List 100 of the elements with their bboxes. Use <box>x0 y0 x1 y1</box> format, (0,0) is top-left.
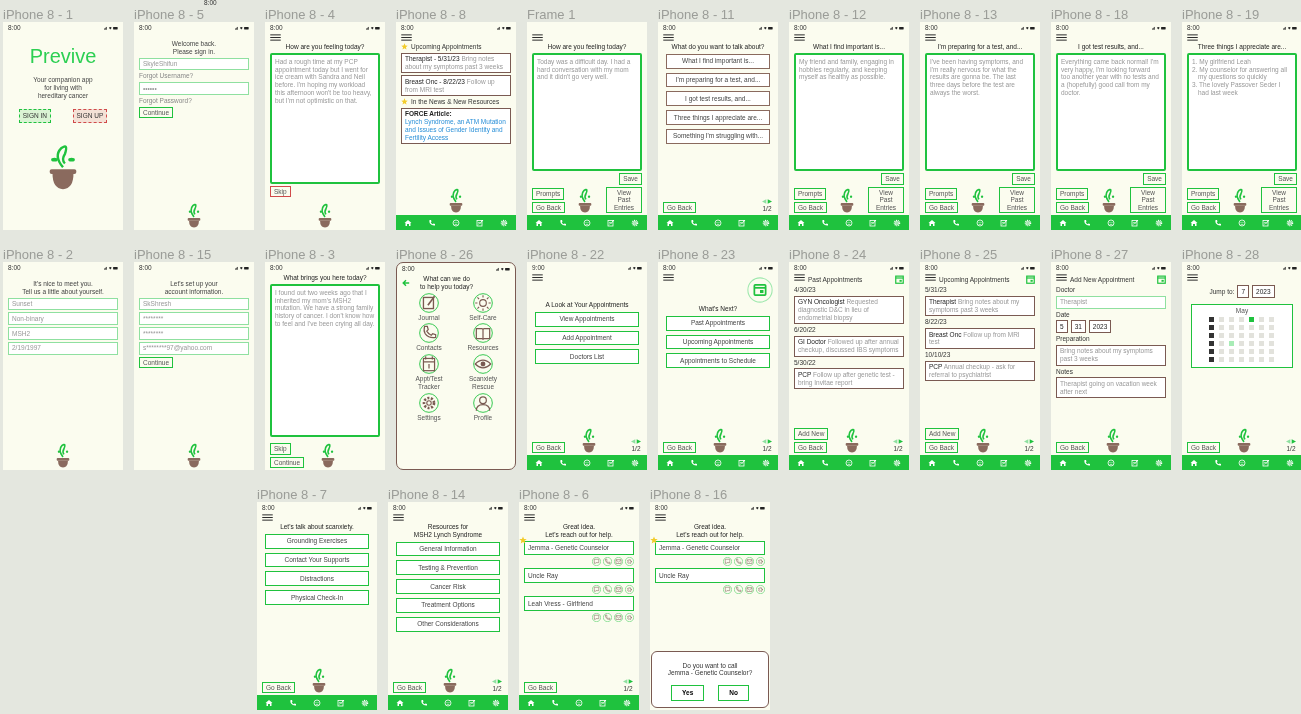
settings-icon[interactable] <box>762 458 770 467</box>
menu-icon[interactable] <box>794 34 805 41</box>
edit-icon[interactable] <box>869 218 877 227</box>
edit-icon[interactable] <box>1131 458 1139 467</box>
menu-icon[interactable] <box>925 34 936 41</box>
settings-icon[interactable] <box>1286 458 1294 467</box>
settings-icon[interactable] <box>893 458 901 467</box>
menu-icon[interactable] <box>532 34 543 41</box>
home-icon[interactable] <box>527 698 535 707</box>
chat-icon[interactable] <box>592 613 601 622</box>
settings-icon[interactable] <box>361 698 369 707</box>
home-icon[interactable] <box>666 458 674 467</box>
menu-icon[interactable] <box>532 274 543 281</box>
sun-icon[interactable] <box>473 292 493 313</box>
sad-face-icon[interactable] <box>976 458 984 467</box>
home-icon[interactable] <box>928 218 936 227</box>
book-icon[interactable] <box>473 323 493 344</box>
page-arrows-icon[interactable] <box>761 439 773 445</box>
sad-face-icon[interactable] <box>976 218 984 227</box>
settings-icon[interactable] <box>893 218 901 227</box>
sad-face-icon[interactable] <box>583 458 591 467</box>
home-icon[interactable] <box>265 698 273 707</box>
menu-icon[interactable] <box>794 274 805 281</box>
settings-icon[interactable] <box>1024 218 1032 227</box>
edit-icon[interactable] <box>1262 458 1270 467</box>
edit-icon[interactable] <box>1000 458 1008 467</box>
edit-icon[interactable] <box>1131 218 1139 227</box>
edit-icon[interactable] <box>607 218 615 227</box>
gear-icon[interactable] <box>419 392 439 413</box>
mail-icon[interactable] <box>614 585 623 595</box>
sad-face-icon[interactable] <box>714 458 722 467</box>
home-icon[interactable] <box>928 458 936 467</box>
page-arrows-icon[interactable] <box>761 199 773 205</box>
home-icon[interactable] <box>404 218 412 227</box>
settings-icon[interactable] <box>500 218 508 227</box>
home-icon[interactable] <box>797 458 805 467</box>
edit-icon[interactable] <box>738 218 746 227</box>
sad-face-icon[interactable] <box>845 218 853 227</box>
person-icon[interactable] <box>473 392 493 413</box>
settings-icon[interactable] <box>1286 218 1294 227</box>
page-arrows-icon[interactable] <box>892 439 904 445</box>
sad-face-icon[interactable] <box>1238 218 1246 227</box>
edit-icon[interactable] <box>607 458 615 467</box>
menu-icon[interactable] <box>925 274 936 281</box>
sad-face-icon[interactable] <box>575 698 583 707</box>
home-icon[interactable] <box>1059 458 1067 467</box>
sad-face-icon[interactable] <box>583 218 591 227</box>
sad-face-icon[interactable] <box>452 218 460 227</box>
settings-icon[interactable] <box>631 218 639 227</box>
home-icon[interactable] <box>535 458 543 467</box>
home-icon[interactable] <box>666 218 674 227</box>
calendar-icon[interactable] <box>419 354 439 375</box>
mail-icon[interactable] <box>745 557 754 567</box>
chat-icon[interactable] <box>723 557 732 567</box>
settings-icon[interactable] <box>1155 218 1163 227</box>
mail-icon[interactable] <box>745 585 754 595</box>
chat-icon[interactable] <box>592 557 601 567</box>
menu-icon[interactable] <box>655 514 666 521</box>
page-arrows-icon[interactable] <box>1285 439 1297 445</box>
home-icon[interactable] <box>535 218 543 227</box>
sad-face-icon[interactable] <box>714 218 722 227</box>
menu-icon[interactable] <box>1187 274 1198 281</box>
menu-icon[interactable] <box>401 34 412 41</box>
sad-face-icon[interactable] <box>1238 458 1246 467</box>
settings-icon[interactable] <box>1155 458 1163 467</box>
sad-face-icon[interactable] <box>1107 218 1115 227</box>
sad-face-icon[interactable] <box>1107 458 1115 467</box>
menu-icon[interactable] <box>524 514 535 521</box>
home-icon[interactable] <box>396 698 404 707</box>
menu-icon[interactable] <box>270 34 281 41</box>
chat-icon[interactable] <box>723 585 732 595</box>
menu-icon[interactable] <box>393 514 404 521</box>
page-arrows-icon[interactable] <box>622 679 634 685</box>
page-arrows-icon[interactable] <box>630 439 642 445</box>
menu-icon[interactable] <box>1187 34 1198 41</box>
eye-icon[interactable] <box>473 354 493 375</box>
journal-icon[interactable] <box>419 292 439 313</box>
home-icon[interactable] <box>1190 218 1198 227</box>
settings-icon[interactable] <box>631 458 639 467</box>
edit-icon[interactable] <box>1262 218 1270 227</box>
chat-icon[interactable] <box>592 585 601 595</box>
page-arrows-icon[interactable] <box>1023 439 1035 445</box>
settings-icon[interactable] <box>492 698 500 707</box>
edit-icon[interactable] <box>1000 218 1008 227</box>
settings-icon[interactable] <box>1024 458 1032 467</box>
sad-face-icon[interactable] <box>313 698 321 707</box>
menu-icon[interactable] <box>1056 34 1067 41</box>
mail-icon[interactable] <box>614 613 623 622</box>
edit-icon[interactable] <box>869 458 877 467</box>
sad-face-icon[interactable] <box>444 698 452 707</box>
edit-icon[interactable] <box>468 698 476 707</box>
edit-icon[interactable] <box>476 218 484 227</box>
home-icon[interactable] <box>1190 458 1198 467</box>
sad-face-icon[interactable] <box>845 458 853 467</box>
home-icon[interactable] <box>1059 218 1067 227</box>
settings-icon[interactable] <box>623 698 631 707</box>
menu-icon[interactable] <box>663 34 674 41</box>
edit-icon[interactable] <box>599 698 607 707</box>
edit-icon[interactable] <box>738 458 746 467</box>
menu-icon[interactable] <box>262 514 273 521</box>
